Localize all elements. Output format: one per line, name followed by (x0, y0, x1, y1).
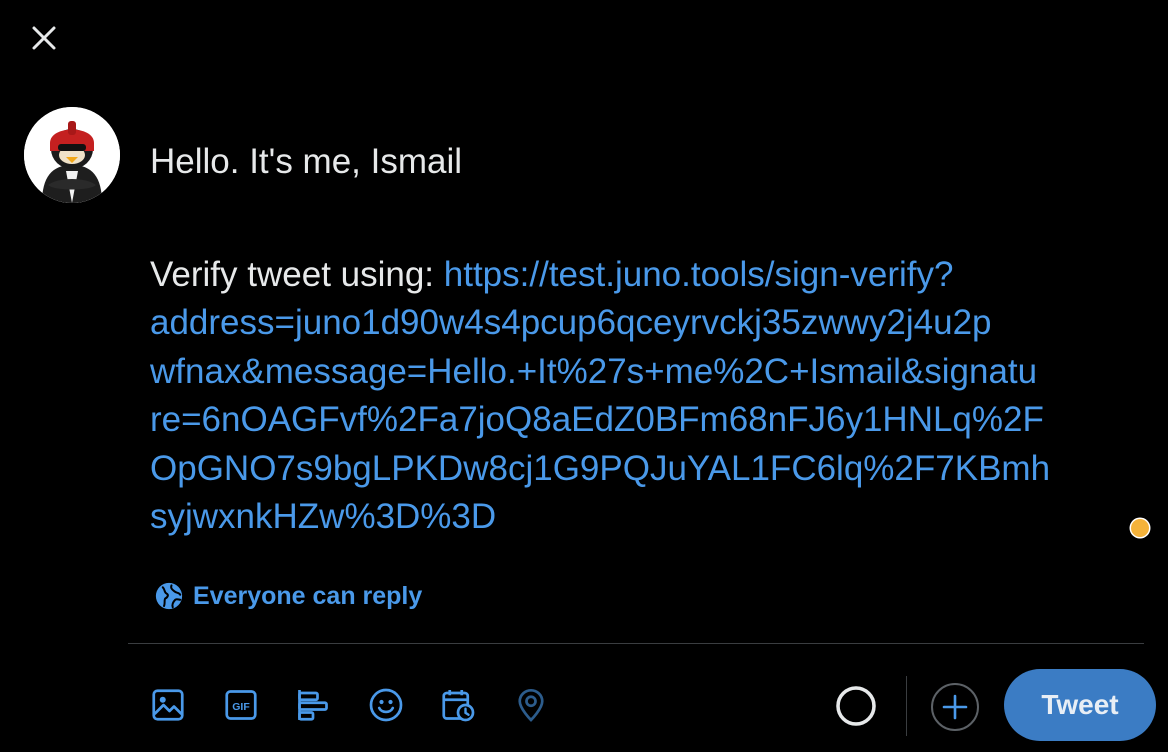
tweet-text-line: Hello. It's me, Ismail (150, 142, 463, 181)
character-count-ring (836, 686, 876, 726)
tag-location-button[interactable] (511, 682, 551, 728)
location-icon (517, 688, 544, 722)
reply-permission-label: Everyone can reply (193, 581, 423, 610)
gif-icon: GIF (224, 690, 257, 720)
add-gif-button[interactable]: GIF (221, 682, 261, 728)
verify-link[interactable]: https://test.juno.tools/sign-verify? (444, 255, 954, 294)
grammarly-indicator[interactable] (1131, 519, 1149, 537)
verify-label: Verify tweet using: (150, 254, 444, 294)
compose-toolbar: GIF (148, 682, 583, 728)
plus-icon (931, 683, 979, 731)
svg-text:GIF: GIF (232, 701, 250, 713)
verify-link-line[interactable]: re=6nOAGFvf%2Fa7joQ8aEdZ0BFm68nFJ6y1HNLq… (150, 396, 1155, 445)
verify-link-line[interactable]: wfnax&message=Hello.+It%27s+me%2C+Ismail… (150, 348, 1155, 397)
verify-link-line[interactable]: OpGNO7s9bgLPKDw8cj1G9PQJuYAL1FC6lq%2F7KB… (150, 445, 1155, 494)
close-button[interactable] (22, 16, 66, 60)
schedule-icon (442, 690, 475, 722)
image-icon (152, 689, 184, 721)
close-icon (32, 26, 56, 50)
globe-icon (155, 582, 183, 610)
reply-permission-button[interactable]: Everyone can reply (154, 579, 422, 613)
add-tweet-button[interactable] (929, 681, 981, 733)
add-media-button[interactable] (148, 682, 188, 728)
add-poll-button[interactable] (293, 682, 333, 728)
tweet-text-editor[interactable]: Hello. It's me, Ismail Verify tweet usin… (150, 138, 1155, 542)
verify-link-line[interactable]: address=juno1d90w4s4pcup6qceyrvckj35zwwy… (150, 299, 1155, 348)
schedule-button[interactable] (438, 682, 478, 728)
avatar (24, 107, 120, 203)
verify-link-line[interactable]: syjwxnkHZw%3D%3D (150, 493, 1155, 542)
poll-icon (298, 690, 328, 721)
divider (128, 643, 1144, 644)
emoji-icon (369, 688, 402, 722)
toolbar-separator (906, 676, 907, 736)
tweet-compose-modal: Hello. It's me, Ismail Verify tweet usin… (0, 0, 1168, 752)
tweet-button[interactable]: Tweet (1004, 669, 1156, 741)
add-emoji-button[interactable] (366, 682, 406, 728)
